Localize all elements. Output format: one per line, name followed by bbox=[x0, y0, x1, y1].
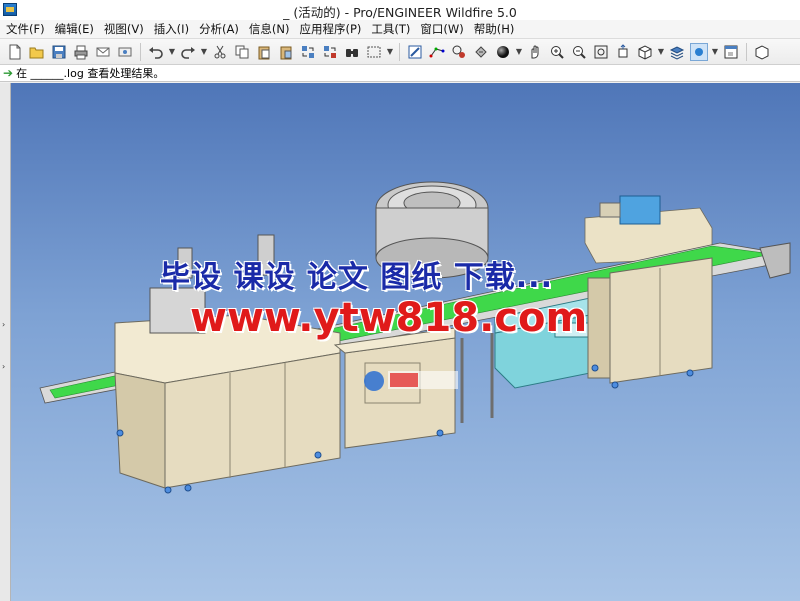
watermark-url: www.ytw818.com bbox=[190, 295, 588, 341]
regenerate-icon[interactable] bbox=[299, 43, 317, 61]
saved-views-icon[interactable] bbox=[450, 43, 468, 61]
email-icon[interactable] bbox=[116, 43, 134, 61]
appearance-dropdown-icon[interactable]: ▼ bbox=[711, 43, 719, 61]
message-text: 在 ______.log 查看处理结果。 bbox=[16, 67, 165, 80]
window-icon[interactable] bbox=[722, 43, 740, 61]
zoom-in-icon[interactable] bbox=[548, 43, 566, 61]
undo-icon[interactable] bbox=[147, 43, 165, 61]
menu-bar: 文件(F) 编辑(E) 视图(V) 插入(I) 分析(A) 信息(N) 应用程序… bbox=[0, 20, 800, 38]
toolbar-separator bbox=[399, 42, 400, 61]
refit-icon[interactable] bbox=[592, 43, 610, 61]
find-icon[interactable] bbox=[343, 43, 361, 61]
select-box-icon[interactable] bbox=[365, 43, 383, 61]
view-manager-icon[interactable] bbox=[636, 43, 654, 61]
menu-view[interactable]: 视图(V) bbox=[100, 21, 150, 37]
redo-dropdown-icon[interactable]: ▼ bbox=[200, 43, 208, 61]
reorient-icon[interactable] bbox=[614, 43, 632, 61]
send-email-icon[interactable] bbox=[94, 43, 112, 61]
graphics-window[interactable]: 毕设 课设 论文 图纸 下载... www.ytw818.com bbox=[0, 83, 800, 601]
menu-insert[interactable]: 插入(I) bbox=[150, 21, 195, 37]
select-dropdown-icon[interactable]: ▼ bbox=[386, 43, 394, 61]
menu-info[interactable]: 信息(N) bbox=[245, 21, 296, 37]
shading-dropdown-icon[interactable]: ▼ bbox=[515, 43, 523, 61]
menu-tools[interactable]: 工具(T) bbox=[367, 21, 416, 37]
layers-icon[interactable] bbox=[472, 43, 490, 61]
menu-window[interactable]: 窗口(W) bbox=[416, 21, 469, 37]
new-icon[interactable] bbox=[6, 43, 24, 61]
cut-icon[interactable] bbox=[211, 43, 229, 61]
menu-applications[interactable]: 应用程序(P) bbox=[295, 21, 367, 37]
main-toolbar: ▼ ▼ ▼ ▼ ▼ ▼ bbox=[0, 38, 800, 65]
title-bar: _ (活动的) - Pro/ENGINEER Wildfire 5.0 bbox=[0, 0, 800, 21]
open-icon[interactable] bbox=[28, 43, 46, 61]
print-icon[interactable] bbox=[72, 43, 90, 61]
sash-arrow-icon[interactable]: › bbox=[2, 363, 7, 371]
left-navigator-sash[interactable]: › › bbox=[0, 83, 11, 601]
shading-icon[interactable] bbox=[494, 43, 512, 61]
menu-analysis[interactable]: 分析(A) bbox=[195, 21, 245, 37]
watermark-logo bbox=[364, 371, 458, 391]
toolbar-separator bbox=[140, 42, 141, 61]
appearance-icon[interactable] bbox=[690, 42, 708, 61]
sash-arrow-icon[interactable]: › bbox=[2, 321, 7, 329]
menu-help[interactable]: 帮助(H) bbox=[470, 21, 521, 37]
spin-center-icon[interactable] bbox=[428, 43, 446, 61]
zoom-out-icon[interactable] bbox=[570, 43, 588, 61]
menu-file[interactable]: 文件(F) bbox=[2, 21, 51, 37]
regen-manager-icon[interactable] bbox=[321, 43, 339, 61]
toolbar-separator bbox=[746, 42, 747, 61]
repaint-icon[interactable] bbox=[406, 43, 424, 61]
layer-tree-icon[interactable] bbox=[668, 43, 686, 61]
paste-icon[interactable] bbox=[255, 43, 273, 61]
copy-icon[interactable] bbox=[233, 43, 251, 61]
undo-dropdown-icon[interactable]: ▼ bbox=[168, 43, 176, 61]
redo-icon[interactable] bbox=[179, 43, 197, 61]
window-title: _ (活动的) - Pro/ENGINEER Wildfire 5.0 bbox=[283, 5, 517, 20]
paste-special-icon[interactable] bbox=[277, 43, 295, 61]
message-arrow-icon: ➔ bbox=[3, 66, 14, 80]
pan-icon[interactable] bbox=[526, 43, 544, 61]
watermark-text-cn: 毕设 课设 论文 图纸 下载... bbox=[160, 260, 553, 295]
message-area: ➔ 在 ______.log 查看处理结果。 bbox=[0, 65, 800, 82]
save-icon[interactable] bbox=[50, 43, 68, 61]
menu-edit[interactable]: 编辑(E) bbox=[51, 21, 100, 37]
assembly-model[interactable] bbox=[0, 83, 800, 601]
window-icon[interactable] bbox=[753, 43, 771, 61]
view-dropdown-icon[interactable]: ▼ bbox=[657, 43, 665, 61]
